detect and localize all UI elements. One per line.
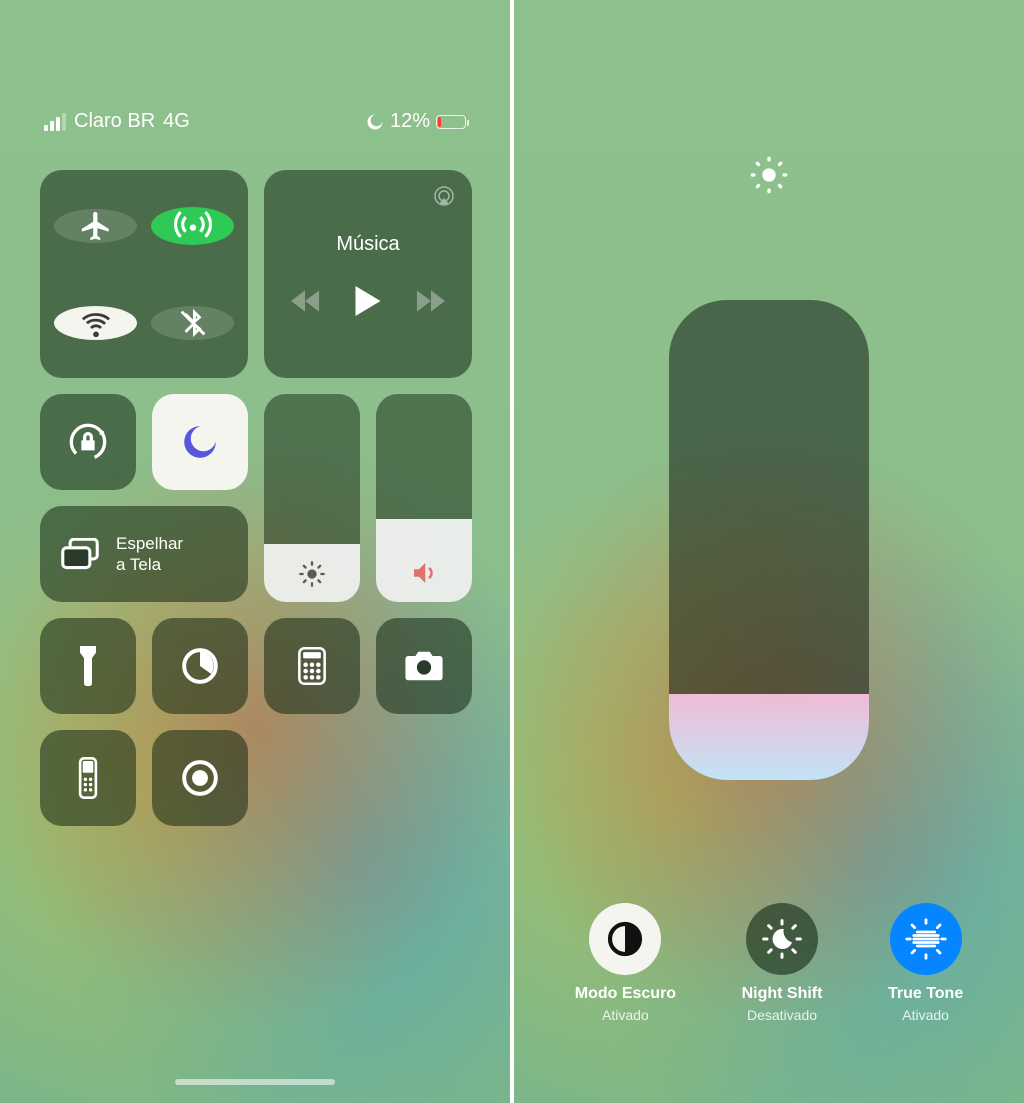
airplane-mode-toggle[interactable] [54,209,137,243]
brightness-slider[interactable] [264,394,360,602]
volume-slider[interactable] [376,394,472,602]
true-tone-toggle[interactable]: True Tone Ativado [888,903,963,1023]
brightness-icon [264,560,360,588]
screen-mirroring-label: Espelhar a Tela [116,533,183,576]
dark-mode-icon [589,903,661,975]
media-title: Música [336,233,399,256]
true-tone-icon [890,903,962,975]
camera-button[interactable] [376,618,472,714]
forward-button[interactable] [417,290,445,312]
signal-icon [44,113,66,131]
carrier-label: Claro BR [74,110,155,133]
battery-icon [436,115,466,129]
status-bar: Claro BR 4G 12% [44,110,466,133]
brightness-detail-screen: Modo Escuro Ativado Night Shift Desativa… [514,0,1024,1103]
network-label: 4G [163,110,190,133]
orientation-lock-button[interactable] [40,394,136,490]
night-shift-toggle[interactable]: Night Shift Desativado [742,903,823,1023]
play-button[interactable] [355,286,381,316]
calculator-button[interactable] [264,618,360,714]
connectivity-tile[interactable] [40,170,248,378]
brightness-icon [749,155,789,195]
screen-mirroring-icon [60,538,100,570]
screen-mirroring-button[interactable]: Espelhar a Tela [40,506,248,602]
media-tile[interactable]: Música [264,170,472,378]
cellular-data-toggle[interactable] [151,207,234,245]
do-not-disturb-button[interactable] [152,394,248,490]
apple-tv-remote-button[interactable] [40,730,136,826]
brightness-large-fill [669,694,869,780]
control-center-screen: Claro BR 4G 12% [0,0,510,1103]
dark-mode-toggle[interactable]: Modo Escuro Ativado [575,903,676,1023]
battery-pct: 12% [390,110,430,133]
rewind-button[interactable] [291,290,319,312]
brightness-large-slider[interactable] [669,300,869,780]
volume-icon [376,558,472,588]
display-options: Modo Escuro Ativado Night Shift Desativa… [514,903,1024,1023]
night-shift-icon [746,903,818,975]
dnd-status-icon [366,113,384,131]
wifi-toggle[interactable] [54,306,137,340]
timer-button[interactable] [152,618,248,714]
home-indicator[interactable] [175,1079,335,1085]
bluetooth-toggle[interactable] [151,306,234,340]
screen-record-button[interactable] [152,730,248,826]
airplay-icon[interactable] [432,184,456,208]
flashlight-button[interactable] [40,618,136,714]
